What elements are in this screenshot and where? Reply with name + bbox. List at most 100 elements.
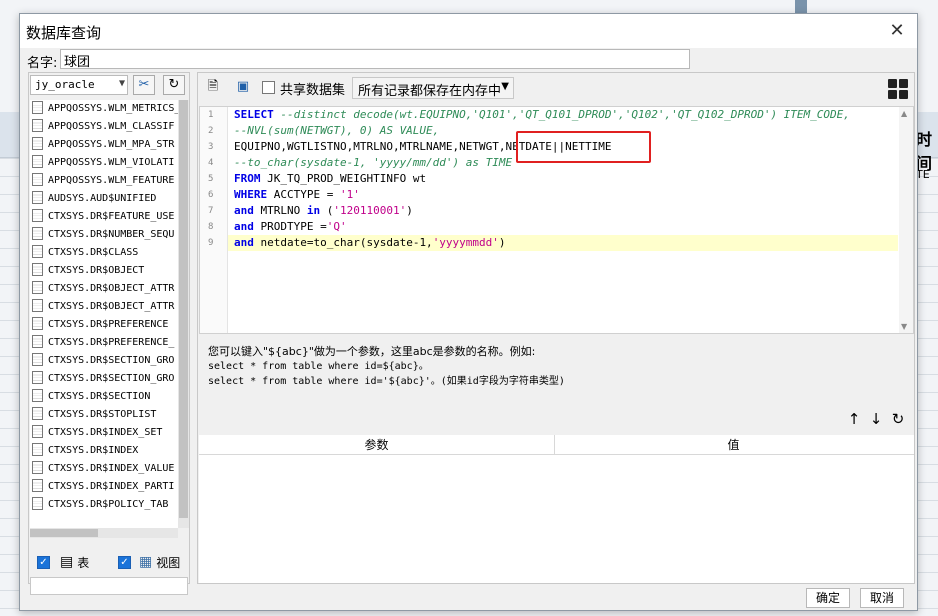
table-item[interactable]: APPQOSSYS.WLM_CLASSIF [30, 118, 178, 136]
sql-editor[interactable]: 1 2 3 4 5 6 7 8 9 SELECT --distinct deco… [199, 106, 914, 334]
table-icon [32, 316, 43, 330]
table-item[interactable]: APPQOSSYS.WLM_MPA_STR [30, 136, 178, 154]
help-line: 您可以键入"${abc}"做为一个参数，这里abc是参数的名称。例如: [208, 345, 536, 358]
table-icon [32, 118, 43, 132]
table-icon [32, 100, 43, 114]
line-number: 4 [208, 158, 214, 168]
table-item[interactable]: APPQOSSYS.WLM_VIOLATI [30, 154, 178, 172]
line-number: 6 [208, 190, 214, 200]
table-icon [32, 172, 43, 186]
table-icon [32, 388, 43, 402]
save-icon: ▣ [236, 79, 250, 94]
help-line: select * from table where id=${abc}。 [208, 361, 429, 372]
name-input[interactable]: 球团 [60, 49, 690, 70]
table-icon [32, 460, 43, 474]
table-item[interactable]: CTXSYS.DR$OBJECT_ATTR [30, 298, 178, 316]
table-icon [32, 208, 43, 222]
preview-button[interactable]: 🗎 [203, 77, 223, 97]
table-item[interactable]: APPQOSSYS.WLM_FEATURE [30, 172, 178, 190]
table-icon [32, 154, 43, 168]
code-line: and PRODTYPE ='Q' [234, 220, 347, 233]
column-header-value[interactable]: 值 [555, 435, 912, 454]
background-bar [795, 0, 807, 14]
chevron-down-icon: ▼ [501, 81, 509, 92]
table-item[interactable]: CTXSYS.DR$INDEX_PARTI [30, 478, 178, 496]
table-item[interactable]: CTXSYS.DR$SECTION [30, 388, 178, 406]
scroll-thumb[interactable] [30, 529, 98, 537]
ok-button[interactable]: 确定 [806, 588, 850, 608]
line-number: 7 [208, 206, 214, 216]
checkbox-tables[interactable]: ✓ [37, 555, 50, 569]
column-header-param[interactable]: 参数 [199, 435, 555, 454]
table-item[interactable]: CTXSYS.DR$STOPLIST [30, 406, 178, 424]
table-item[interactable]: CTXSYS.DR$POLICY_TAB [30, 496, 178, 514]
table-item[interactable]: CTXSYS.DR$INDEX_VALUE [30, 460, 178, 478]
table-item[interactable]: AUDSYS.AUD$UNIFIED [30, 190, 178, 208]
table-item[interactable]: CTXSYS.DR$OBJECT [30, 262, 178, 280]
table-list-vscroll[interactable] [178, 100, 189, 528]
scroll-thumb[interactable] [179, 100, 188, 518]
table-list-hscroll[interactable] [30, 528, 178, 538]
layout-grid-icon[interactable] [888, 79, 908, 99]
code-line: FROM JK_TQ_PROD_WEIGHTINFO wt [234, 172, 427, 185]
line-number: 5 [208, 174, 214, 184]
table-item[interactable]: CTXSYS.DR$PREFERENCE_ [30, 334, 178, 352]
share-dataset-label: 共享数据集 [280, 83, 346, 98]
code-area[interactable]: SELECT --distinct decode(wt.EQUIPNO,'Q10… [228, 107, 898, 251]
table-item[interactable]: CTXSYS.DR$FEATURE_USE [30, 208, 178, 226]
table-item[interactable]: CTXSYS.DR$OBJECT_ATTR [30, 280, 178, 298]
name-label: 名字: [27, 56, 58, 71]
page-search-icon: 🗎 [207, 79, 219, 94]
line-number: 3 [208, 142, 214, 152]
refresh-button[interactable]: ↻ [163, 75, 185, 95]
table-item[interactable]: CTXSYS.DR$PREFERENCE [30, 316, 178, 334]
move-up-icon[interactable]: ↑ [843, 410, 865, 428]
table-icon [32, 262, 43, 276]
editor-vscroll[interactable]: ▲ ▼ [899, 107, 913, 333]
table-item[interactable]: CTXSYS.DR$INDEX [30, 442, 178, 460]
table-icon [32, 244, 43, 258]
refresh-icon[interactable]: ↻ [887, 410, 909, 428]
table-item[interactable]: CTXSYS.DR$SECTION_GRO [30, 352, 178, 370]
refresh-icon: ↻ [168, 77, 180, 92]
table-search-input[interactable] [30, 577, 188, 595]
filter-views[interactable]: ✓ ▦ 视图 [118, 552, 180, 572]
table-icon: ▤ [60, 554, 74, 570]
tools-button[interactable]: ✂ [133, 75, 155, 95]
filter-table-label: 表 [77, 555, 90, 570]
cancel-button[interactable]: 取消 [860, 588, 904, 608]
background-cell-text: TE [916, 168, 930, 181]
scroll-up-icon[interactable]: ▲ [901, 109, 907, 118]
query-panel: 🗎 ▣ 共享数据集 所有记录都保存在内存中 ▼ 1 2 3 4 5 6 7 8 … [197, 72, 915, 584]
view-icon: ▦ [139, 554, 153, 570]
line-number-gutter: 1 2 3 4 5 6 7 8 9 [200, 107, 228, 333]
table-icon [32, 190, 43, 204]
save-button[interactable]: ▣ [233, 77, 253, 97]
table-item[interactable]: CTXSYS.DR$CLASS [30, 244, 178, 262]
storage-mode-select[interactable]: 所有记录都保存在内存中 ▼ [352, 77, 514, 99]
table-browser-panel: jy_oracle ▼ ✂ ↻ APPQOSSYS.WLM_METRICS_ A… [28, 72, 190, 595]
table-item[interactable]: CTXSYS.DR$SECTION_GRO [30, 370, 178, 388]
datasource-select[interactable]: jy_oracle ▼ [30, 75, 128, 95]
filter-tables[interactable]: ✓ ▤ 表 [37, 552, 89, 572]
table-icon [32, 496, 43, 510]
wrench-icon: ✂ [138, 77, 150, 92]
parameter-table[interactable]: 参数 值 [199, 435, 914, 583]
share-dataset-checkbox[interactable] [262, 81, 275, 94]
scroll-down-icon[interactable]: ▼ [901, 322, 907, 331]
table-item[interactable]: CTXSYS.DR$NUMBER_SEQU [30, 226, 178, 244]
close-button[interactable]: ✕ [879, 16, 915, 46]
table-icon [32, 280, 43, 294]
title-bar: 数据库查询 ✕ [20, 14, 917, 48]
code-line: and MTRLNO in ('120110001') [234, 204, 413, 217]
code-line-active: and netdate=to_char(sysdate-1,'yyyymmdd'… [228, 235, 898, 251]
table-icon [32, 352, 43, 366]
table-item[interactable]: CTXSYS.DR$INDEX_SET [30, 424, 178, 442]
table-icon [32, 334, 43, 348]
line-number: 9 [208, 238, 214, 248]
table-list[interactable]: APPQOSSYS.WLM_METRICS_ APPQOSSYS.WLM_CLA… [30, 100, 178, 528]
move-down-icon[interactable]: ↓ [865, 410, 887, 428]
checkbox-views[interactable]: ✓ [118, 555, 131, 569]
chevron-down-icon: ▼ [118, 78, 125, 89]
table-item[interactable]: APPQOSSYS.WLM_METRICS_ [30, 100, 178, 118]
